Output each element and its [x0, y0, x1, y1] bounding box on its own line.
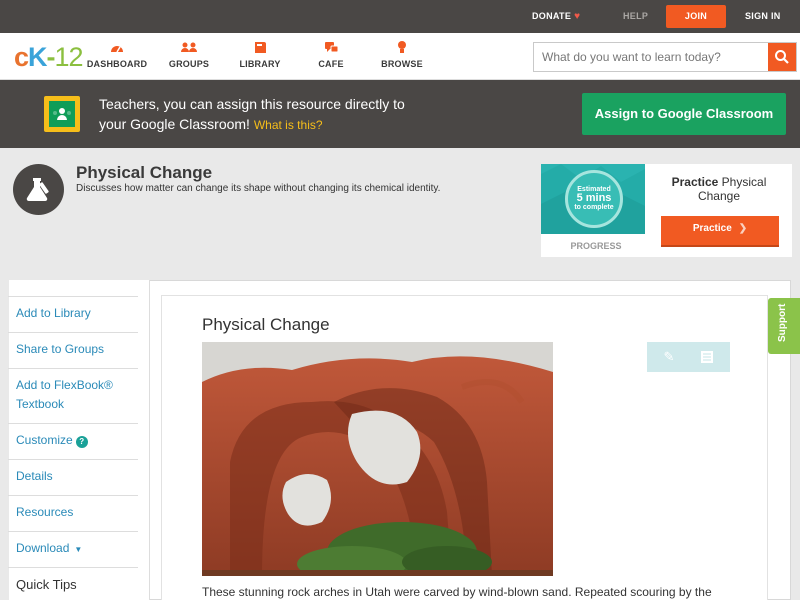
practice-button-label: Practice	[692, 223, 732, 234]
google-classroom-icon	[44, 96, 80, 132]
practice-title: Practice Physical Change	[661, 175, 777, 203]
rock-arch-photo	[202, 342, 553, 576]
nav-groups-label: GROUPS	[168, 59, 210, 69]
pencil-icon[interactable]: ✎	[662, 350, 676, 364]
support-label: Support	[777, 303, 788, 342]
chemistry-flask-icon	[13, 164, 64, 215]
practice-button[interactable]: Practice ❯	[661, 216, 779, 245]
ck12-logo[interactable]: cK-12	[14, 42, 84, 73]
dashboard-icon	[111, 46, 123, 53]
add-to-flexbook-line-1: Add to FlexBook®	[16, 378, 113, 392]
search-button[interactable]	[768, 43, 796, 71]
progress-label: PROGRESS	[570, 241, 622, 251]
search-icon	[775, 50, 789, 64]
main-nav: cK-12 DASHBOARD GROUPS LIBRARY CAFE BROW…	[0, 33, 800, 80]
add-to-flexbook-link[interactable]: Add to FlexBook® Textbook	[16, 376, 113, 414]
nav-browse-label: BROWSE	[381, 59, 423, 69]
sidebar-divider	[8, 332, 138, 333]
assign-google-classroom-button[interactable]: Assign to Google Classroom	[582, 93, 786, 135]
concept-description: Discusses how matter can change its shap…	[76, 183, 441, 194]
annotation-toolbar: ✎	[647, 342, 730, 372]
groups-icon	[181, 42, 197, 52]
customize-link[interactable]: Customize?	[16, 431, 88, 450]
download-dropdown[interactable]: Download ▼	[16, 539, 82, 559]
customize-label: Customize	[16, 433, 73, 447]
practice-thumbnail[interactable]: Estimated 5 mins to complete	[541, 164, 645, 234]
logo-c: c	[14, 42, 29, 72]
library-icon	[255, 42, 266, 53]
donate-link[interactable]: DONATE ♥	[532, 0, 580, 33]
article-caption: These stunning rock arches in Utah were …	[202, 585, 712, 599]
what-is-this-link[interactable]: What is this?	[254, 118, 323, 132]
sidebar-divider	[8, 423, 138, 424]
add-to-flexbook-line-2: Textbook	[16, 397, 65, 411]
download-label: Download	[16, 541, 70, 555]
banner-line-2: your Google Classroom!	[99, 116, 250, 132]
share-to-groups-link[interactable]: Share to Groups	[16, 340, 104, 359]
nav-browse[interactable]: BROWSE	[367, 39, 437, 69]
banner-line-1: Teachers, you can assign this resource d…	[99, 96, 405, 112]
details-link[interactable]: Details	[16, 467, 53, 486]
top-utility-bar: DONATE ♥ HELP JOIN SIGN IN	[0, 0, 800, 33]
donate-label: DONATE	[532, 11, 572, 21]
nav-dashboard[interactable]: DASHBOARD	[82, 39, 152, 69]
quick-tips-heading: Quick Tips	[16, 577, 77, 592]
article-title: Physical Change	[202, 315, 330, 334]
sidebar-divider	[8, 567, 138, 568]
estimated-mins: 5 mins	[576, 192, 612, 204]
chevron-right-icon: ❯	[738, 223, 748, 234]
help-icon[interactable]: ?	[75, 436, 88, 448]
support-tab[interactable]: Support	[768, 298, 800, 354]
logo-12: 12	[54, 42, 84, 72]
nav-library-label: LIBRARY	[239, 59, 281, 69]
sidebar-divider	[8, 459, 138, 460]
practice-card: Estimated 5 mins to complete PROGRESS Pr…	[541, 164, 792, 257]
sidebar-divider	[8, 296, 138, 297]
concept-title: Physical Change	[76, 163, 213, 182]
logo-k: K	[28, 42, 47, 72]
help-link[interactable]: HELP	[623, 0, 648, 33]
sign-in-link[interactable]: SIGN IN	[745, 0, 781, 33]
practice-title-bold: Practice	[671, 175, 719, 189]
sidebar-divider	[8, 531, 138, 532]
nav-cafe[interactable]: CAFE	[296, 39, 366, 69]
notes-icon[interactable]	[700, 350, 714, 364]
add-to-library-link[interactable]: Add to Library	[16, 304, 91, 323]
nav-cafe-label: CAFE	[318, 59, 344, 69]
resources-link[interactable]: Resources	[16, 503, 73, 522]
logo-dash: -	[46, 42, 56, 72]
cafe-icon	[325, 42, 339, 53]
nav-library[interactable]: LIBRARY	[225, 39, 295, 69]
heart-icon: ♥	[574, 11, 581, 22]
sidebar-divider	[8, 495, 138, 496]
nav-groups[interactable]: GROUPS	[154, 39, 224, 69]
sidebar-divider	[8, 368, 138, 369]
browse-icon	[398, 41, 406, 53]
search-box	[533, 42, 797, 72]
to-complete-label: to complete	[574, 204, 614, 211]
estimated-time-text: Estimated 5 mins to complete	[565, 185, 623, 212]
search-input[interactable]	[534, 43, 768, 71]
join-button[interactable]: JOIN	[666, 5, 726, 28]
caret-down-icon: ▼	[74, 545, 83, 554]
nav-dashboard-label: DASHBOARD	[86, 59, 148, 69]
banner-message: Teachers, you can assign this resource d…	[99, 94, 459, 135]
